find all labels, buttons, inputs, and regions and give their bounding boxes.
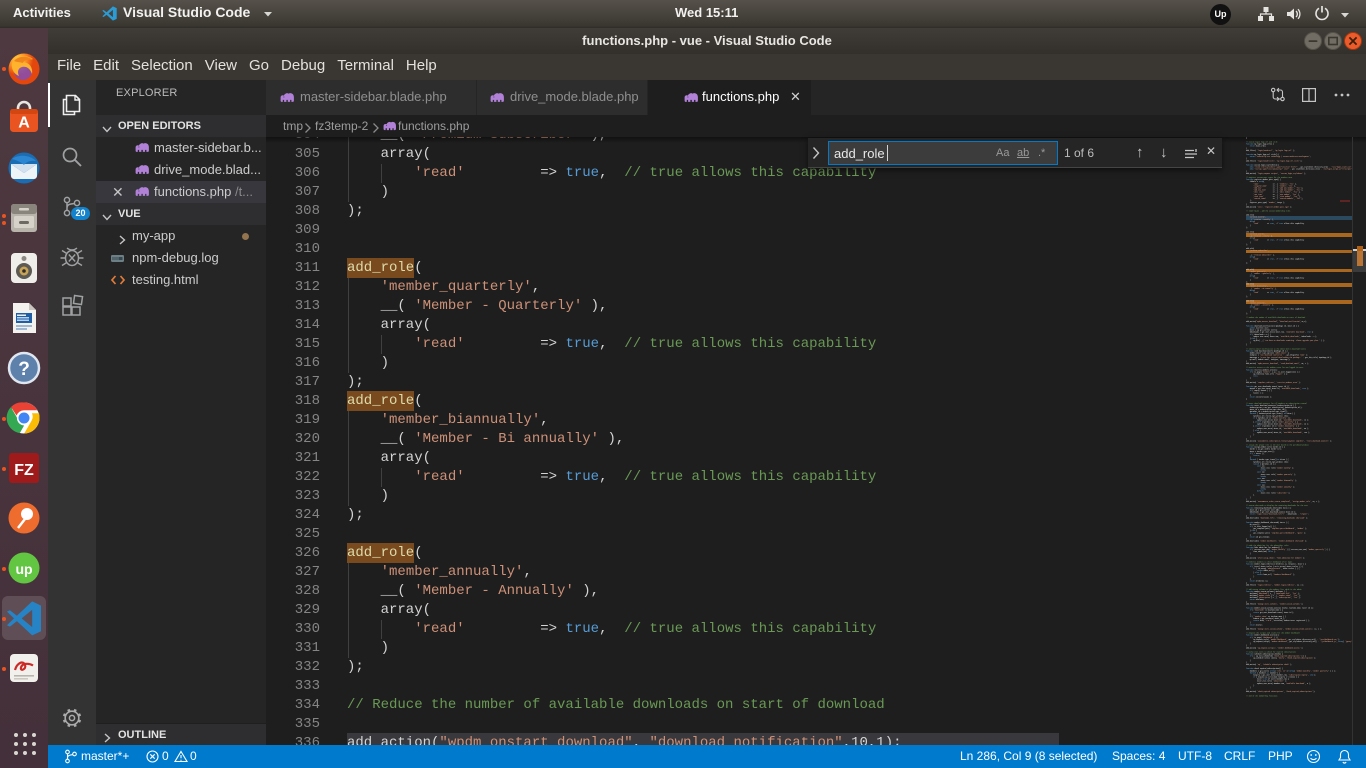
svg-text:FZ: FZ [14, 462, 34, 479]
svg-text:?: ? [18, 359, 30, 380]
svg-text:A: A [18, 115, 30, 132]
svg-text:up: up [15, 561, 32, 577]
